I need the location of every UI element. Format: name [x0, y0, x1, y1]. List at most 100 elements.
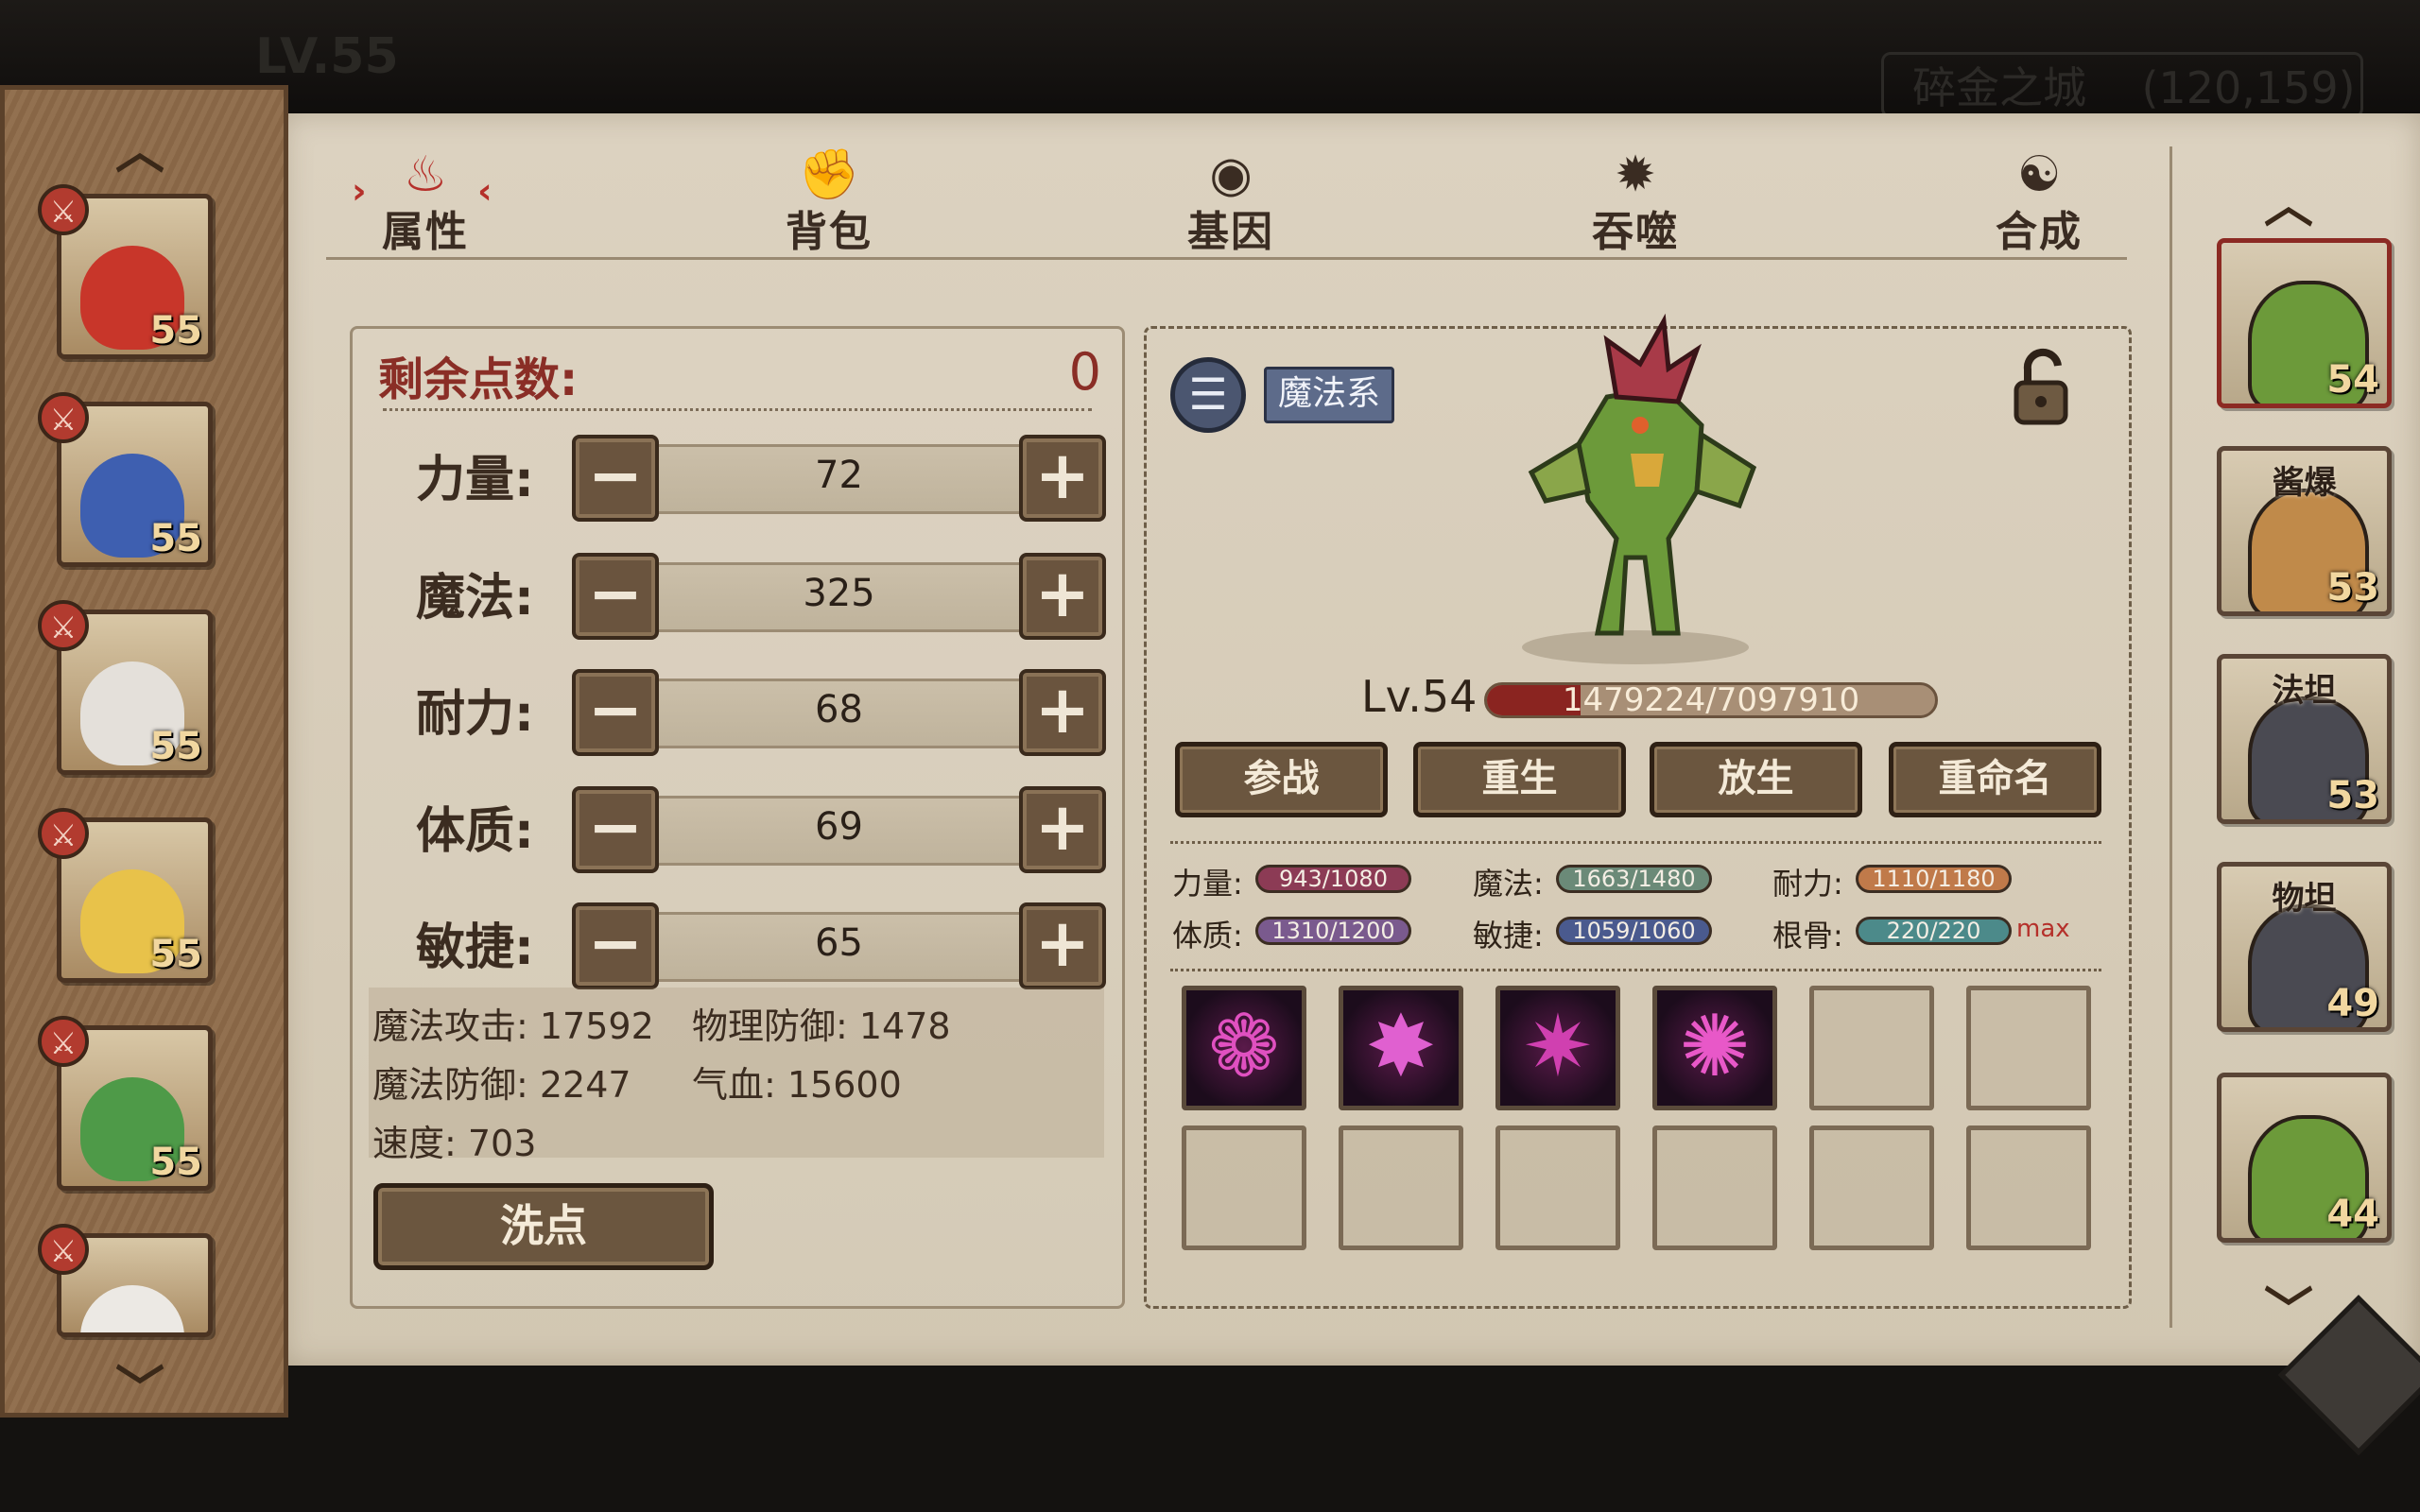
- team-member-level: 55: [149, 517, 202, 560]
- hero-face-image: [80, 1285, 184, 1332]
- team-scroll-up-icon[interactable]: ︿: [115, 112, 164, 182]
- aptitude-label: 根骨:: [1772, 918, 1843, 954]
- team-scroll-down-icon[interactable]: ﹀: [115, 1349, 164, 1420]
- physical-defense: 物理防御: 1478: [692, 1005, 951, 1047]
- pet-name: 酱爆: [2272, 464, 2337, 502]
- skill-slot-empty[interactable]: [1966, 986, 2091, 1110]
- tab-synthesis[interactable]: ☯ 合成: [1963, 146, 2115, 258]
- decrease-stat-button[interactable]: −: [572, 786, 659, 873]
- aptitude-label: 体质:: [1172, 918, 1243, 954]
- skill-slot-empty[interactable]: [1339, 1125, 1463, 1250]
- location-display: 碎金之城 (120,159): [1881, 52, 2363, 118]
- eye-icon: ◉: [1209, 146, 1253, 203]
- skill-icon: ❁: [1186, 990, 1302, 1106]
- skill-slot-empty[interactable]: [1966, 1125, 2091, 1250]
- pet-name: 法坦: [2272, 672, 2337, 710]
- skill-slot-empty[interactable]: [1182, 1125, 1306, 1250]
- stat-label: 敏捷:: [416, 919, 534, 976]
- pet-level: 49: [2326, 982, 2379, 1025]
- class-badge-icon: ⚔: [38, 1224, 89, 1275]
- pet-name: 物坦: [2272, 880, 2337, 918]
- aptitude-bar: 1663/1480: [1556, 865, 1712, 893]
- skill-icon: ✸: [1343, 990, 1459, 1106]
- reset-points-button[interactable]: 洗点: [373, 1183, 714, 1270]
- tab-bag[interactable]: ✊ 背包: [753, 146, 905, 258]
- pet-creature-image: [1522, 313, 1757, 664]
- magic-defense: 魔法防御: 2247: [372, 1064, 631, 1106]
- magic-attack: 魔法攻击: 17592: [372, 1005, 654, 1047]
- skill-slot-filled[interactable]: ✸: [1339, 986, 1463, 1110]
- tab-label: 吞噬: [1592, 208, 1679, 256]
- aptitude-bar: 1310/1200: [1255, 917, 1411, 945]
- flame-icon: ♨: [403, 146, 448, 203]
- stat-value: 325: [803, 572, 875, 615]
- rebirth-button[interactable]: 重生: [1413, 742, 1626, 817]
- decrease-stat-button[interactable]: −: [572, 669, 659, 756]
- player-level: LV.55: [255, 28, 399, 85]
- tab-label: 基因: [1187, 208, 1274, 256]
- skill-icon: ✷: [1500, 990, 1616, 1106]
- team-member-level: 55: [149, 933, 202, 976]
- pet-type-tag: 魔法系: [1264, 367, 1395, 423]
- skill-slot-empty[interactable]: [1809, 1125, 1934, 1250]
- pet-list-scroll-up-icon[interactable]: ︿: [2264, 165, 2313, 236]
- decrease-stat-button[interactable]: −: [572, 553, 659, 640]
- right-divider: [2169, 146, 2172, 1328]
- tab-label: 背包: [786, 208, 873, 256]
- aptitude-bar: 1059/1060: [1556, 917, 1712, 945]
- aptitude-bar: 220/220: [1856, 917, 2012, 945]
- pet-list-item[interactable]: 54: [2217, 238, 2392, 408]
- stat-label: 体质:: [416, 803, 534, 860]
- pet-list-item[interactable]: 酱爆 53: [2217, 446, 2392, 616]
- pet-level: Lv.54: [1361, 671, 1478, 722]
- release-button[interactable]: 放生: [1650, 742, 1862, 817]
- unlock-icon[interactable]: [1999, 345, 2084, 430]
- tab-divider: [326, 257, 2127, 260]
- skill-slot-empty[interactable]: [1495, 1125, 1620, 1250]
- team-member-level: 55: [149, 1141, 202, 1184]
- increase-stat-button[interactable]: +: [1019, 786, 1106, 873]
- remaining-points-value: 0: [1068, 342, 1101, 402]
- skill-slot-empty[interactable]: [1652, 1125, 1777, 1250]
- list-menu-icon[interactable]: ☰: [1170, 357, 1246, 433]
- stat-label: 力量:: [416, 452, 534, 508]
- skill-slot-empty[interactable]: [1809, 986, 1934, 1110]
- tab-label: 属性: [382, 208, 469, 256]
- deploy-button[interactable]: 参战: [1175, 742, 1388, 817]
- stat-value: 69: [815, 805, 863, 849]
- increase-stat-button[interactable]: +: [1019, 553, 1106, 640]
- aptitude-label: 敏捷:: [1473, 918, 1544, 954]
- divider: [1170, 969, 2101, 971]
- increase-stat-button[interactable]: +: [1019, 669, 1106, 756]
- increase-stat-button[interactable]: +: [1019, 902, 1106, 989]
- decrease-stat-button[interactable]: −: [572, 902, 659, 989]
- tab-attributes[interactable]: ♨ 属性: [350, 146, 501, 258]
- stat-value: 68: [815, 688, 863, 731]
- swirl-icon: ☯: [2016, 146, 2062, 203]
- pet-list-item[interactable]: 法坦 53: [2217, 654, 2392, 824]
- skill-icon: ✺: [1657, 990, 1772, 1106]
- pet-list-item[interactable]: 44: [2217, 1073, 2392, 1243]
- maw-icon: ✹: [1615, 146, 1656, 203]
- divider: [383, 408, 1092, 411]
- tab-gene[interactable]: ◉ 基因: [1155, 146, 1306, 258]
- aptitude-label: 魔法:: [1473, 866, 1544, 902]
- pet-list-item[interactable]: 物坦 49: [2217, 862, 2392, 1032]
- stat-value: 72: [815, 454, 863, 497]
- class-badge-icon: ⚔: [38, 392, 89, 443]
- skill-slot-filled[interactable]: ❁: [1182, 986, 1306, 1110]
- tab-devour[interactable]: ✹ 吞噬: [1560, 146, 1711, 258]
- increase-stat-button[interactable]: +: [1019, 435, 1106, 522]
- decrease-stat-button[interactable]: −: [572, 435, 659, 522]
- pet-list-scroll-down-icon[interactable]: ﹀: [2264, 1271, 2313, 1342]
- skill-slot-filled[interactable]: ✷: [1495, 986, 1620, 1110]
- team-member-level: 55: [149, 725, 202, 768]
- class-badge-icon: ⚔: [38, 600, 89, 651]
- exp-text: 1479224/7097910: [1562, 682, 1860, 718]
- rename-button[interactable]: 重命名: [1889, 742, 2101, 817]
- skill-slot-filled[interactable]: ✺: [1652, 986, 1777, 1110]
- pet-level: 53: [2326, 774, 2379, 817]
- pet-level: 54: [2326, 358, 2379, 402]
- class-badge-icon: ⚔: [38, 1016, 89, 1067]
- aptitude-label: 力量:: [1172, 866, 1243, 902]
